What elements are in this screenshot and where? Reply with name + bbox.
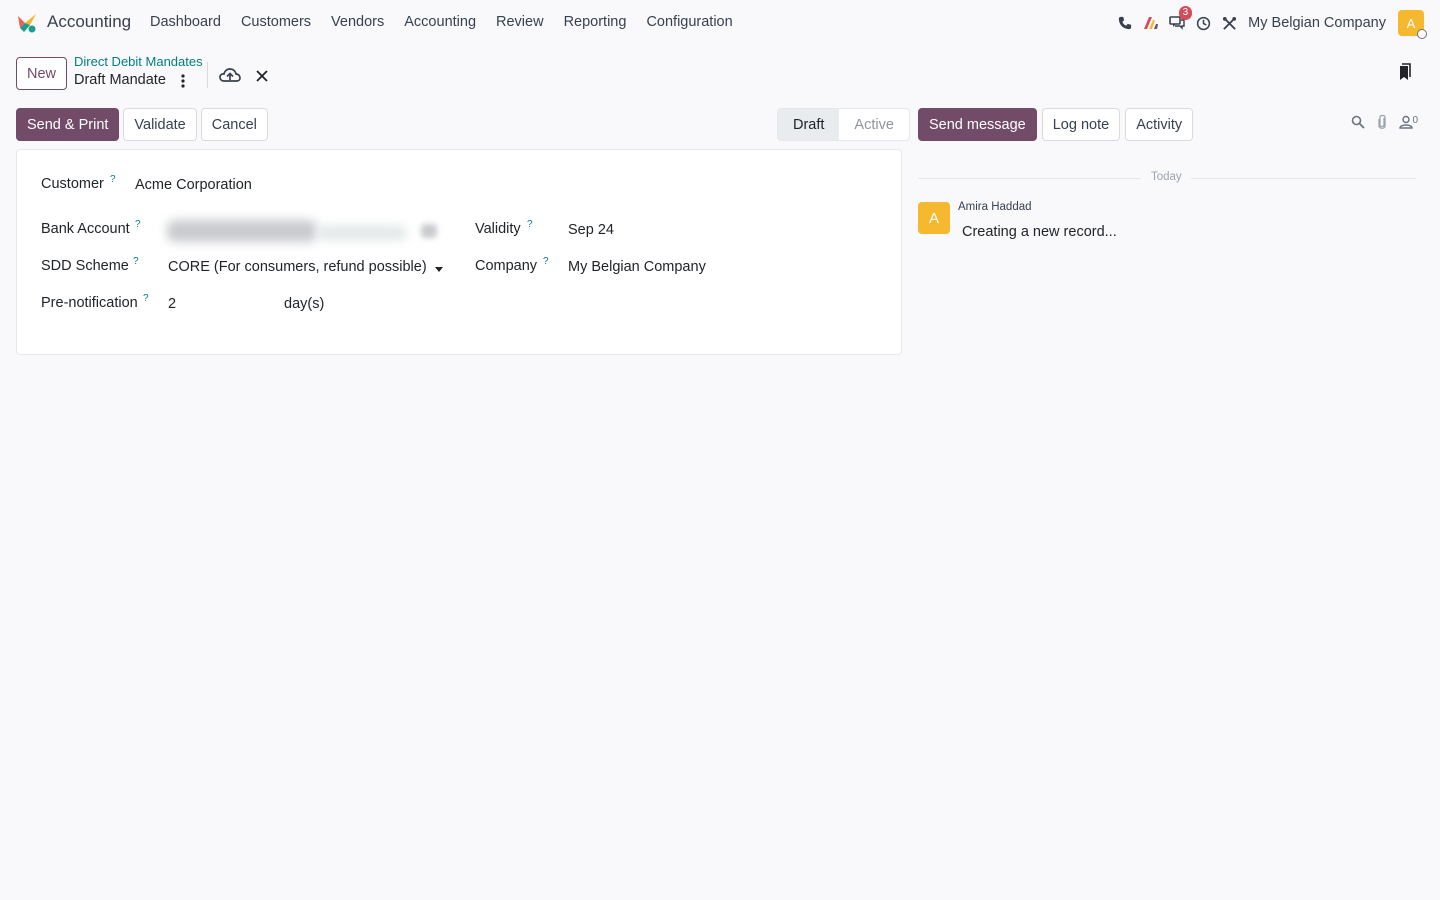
message-avatar-initial: A (928, 209, 939, 227)
followers-count: 0 (1412, 115, 1418, 126)
accounting-app-icon[interactable] (16, 12, 38, 34)
cancel-button[interactable]: Cancel (200, 108, 268, 141)
sdd-scheme-select[interactable]: CORE (For consumers, refund possible) (168, 259, 427, 275)
bookmark-icon[interactable] (1396, 62, 1414, 82)
debug-tools-icon[interactable] (1216, 10, 1242, 36)
messages-icon[interactable]: 3 (1164, 6, 1193, 36)
send-message-button[interactable]: Send message (918, 108, 1037, 141)
user-avatar-initial: A (1406, 15, 1416, 31)
bank-account-value-redacted (167, 220, 317, 242)
bank-account-help-icon[interactable]: ? (135, 219, 141, 230)
form-action-buttons: Send & Print Validate Cancel (16, 108, 268, 141)
status-draft[interactable]: Draft (778, 109, 840, 140)
breadcrumb-current: Draft Mandate (74, 72, 166, 88)
prenotification-unit: day(s) (284, 296, 325, 312)
validity-help-icon[interactable]: ? (527, 219, 533, 230)
form-sheet: Customer ? Acme Corporation Bank Account… (16, 149, 902, 355)
new-button[interactable]: New (16, 57, 68, 90)
company-switcher[interactable]: My Belgian Company (1248, 15, 1386, 31)
control-panel-divider (207, 62, 208, 88)
user-avatar[interactable]: A (1398, 10, 1427, 39)
menu-dashboard[interactable]: Dashboard (150, 14, 221, 30)
log-note-button[interactable]: Log note (1041, 108, 1121, 141)
customer-field[interactable]: Acme Corporation (135, 177, 252, 193)
discard-close-icon[interactable] (253, 67, 271, 85)
customer-label: Customer (41, 176, 104, 192)
systray: 3 My Belgian Company A (1112, 6, 1427, 39)
date-separator: Today (918, 170, 1416, 186)
menu-review[interactable]: Review (496, 14, 544, 30)
followers-icon (1398, 115, 1413, 129)
bank-account-link-icon[interactable] (421, 224, 437, 238)
menu-reporting[interactable]: Reporting (564, 14, 627, 30)
cloud-save-icon[interactable] (219, 66, 241, 86)
main-menu: Dashboard Customers Vendors Accounting R… (150, 14, 753, 30)
paperclip-icon[interactable] (1377, 114, 1387, 133)
app-name[interactable]: Accounting (47, 12, 131, 32)
sdd-scheme-caret-icon[interactable] (435, 267, 443, 272)
date-separator-label: Today (1151, 171, 1182, 183)
company-field[interactable]: My Belgian Company (568, 259, 706, 275)
prenotification-help-icon[interactable]: ? (143, 293, 149, 304)
chatter-buttons: Send message Log note Activity (918, 108, 1194, 141)
top-navbar: Accounting Dashboard Customers Vendors A… (0, 0, 1440, 46)
prenotification-input[interactable]: 2 (168, 296, 176, 312)
date-separator-line-left (918, 178, 1141, 179)
validity-label: Validity (475, 221, 521, 237)
menu-customers[interactable]: Customers (241, 14, 311, 30)
validate-button[interactable]: Validate (123, 108, 197, 141)
date-separator-line-right (1191, 178, 1416, 179)
search-icon[interactable] (1351, 115, 1365, 132)
ai-assistant-icon[interactable] (1138, 10, 1164, 36)
message-body: Creating a new record... (962, 224, 1117, 240)
validity-field[interactable]: Sep 24 (568, 222, 614, 238)
message-author[interactable]: Amira Haddad (958, 201, 1032, 213)
status-bar: Draft Active (777, 108, 910, 141)
actions-menu-icon[interactable] (176, 72, 190, 90)
menu-accounting[interactable]: Accounting (404, 14, 476, 30)
menu-configuration[interactable]: Configuration (646, 14, 732, 30)
message-author-avatar[interactable]: A (918, 202, 950, 234)
chatter-tools: 0 (1351, 114, 1422, 133)
sdd-scheme-help-icon[interactable]: ? (133, 256, 139, 267)
presence-status-icon (1417, 29, 1427, 39)
company-label: Company (475, 258, 538, 274)
menu-vendors[interactable]: Vendors (331, 14, 384, 30)
send-print-button[interactable]: Send & Print (16, 108, 120, 141)
followers-button[interactable]: 0 (1398, 115, 1422, 132)
breadcrumb-parent[interactable]: Direct Debit Mandates (74, 54, 203, 69)
bank-account-label: Bank Account (41, 221, 130, 237)
prenotification-label: Pre-notification (41, 295, 138, 311)
sdd-scheme-label: SDD Scheme (41, 258, 129, 274)
company-help-icon[interactable]: ? (543, 256, 549, 267)
customer-help-icon[interactable]: ? (110, 174, 116, 185)
status-active[interactable]: Active (839, 109, 909, 140)
bank-account-value-redacted-tail (317, 226, 407, 240)
activity-clock-icon[interactable] (1190, 10, 1216, 36)
activity-button[interactable]: Activity (1125, 108, 1194, 141)
phone-icon[interactable] (1112, 10, 1138, 36)
